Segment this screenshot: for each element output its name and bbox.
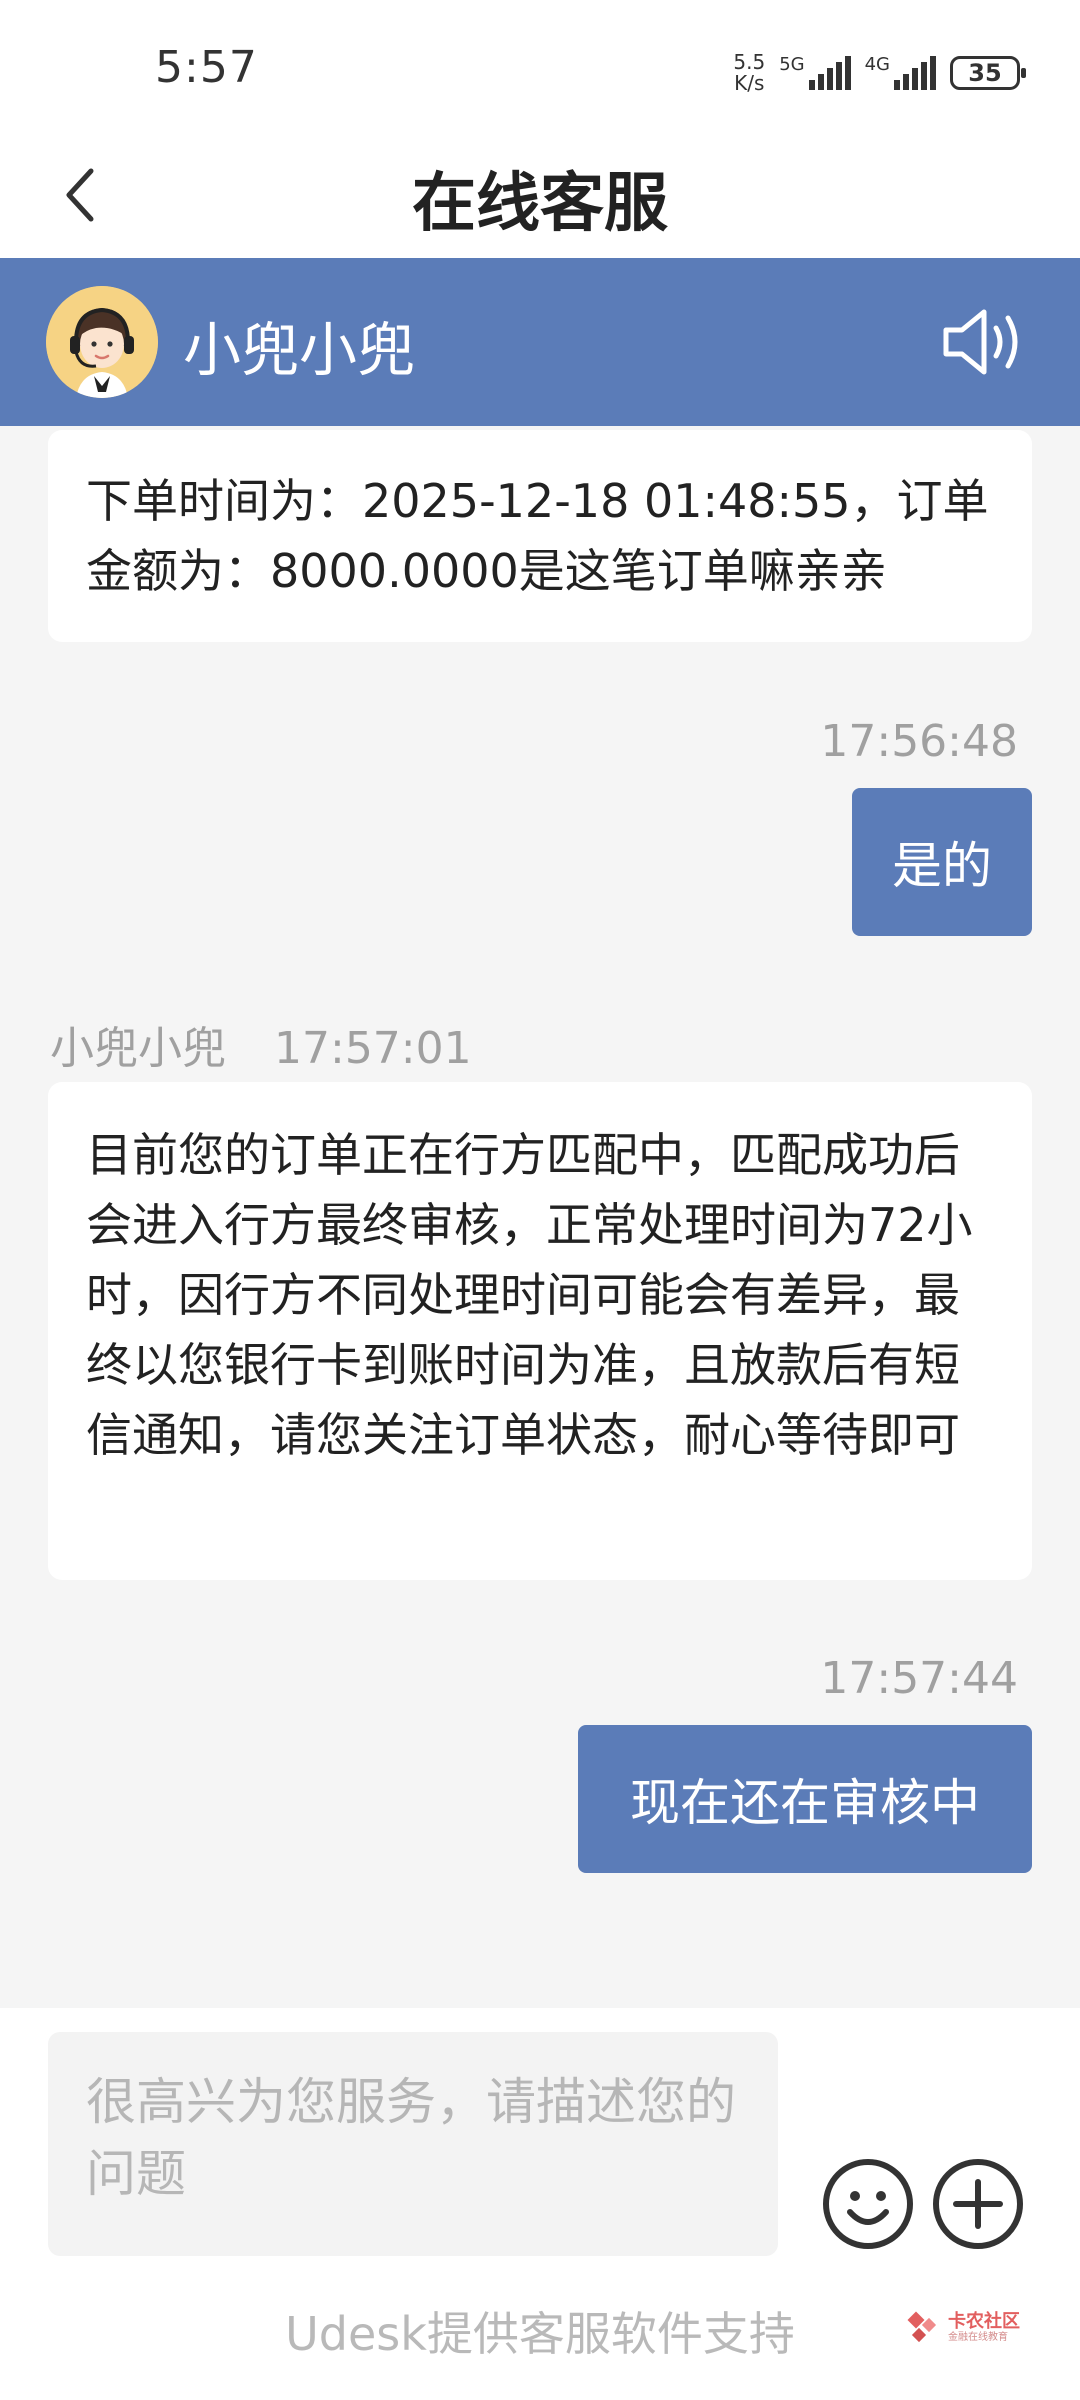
user-message-bubble: 是的: [852, 788, 1032, 936]
watermark-logo-icon: [907, 2311, 937, 2343]
emoji-icon[interactable]: [820, 2156, 916, 2252]
watermark: 卡农社区 金融在线教育: [906, 2310, 1020, 2346]
network-speed: 5.5 K/s: [733, 52, 765, 94]
agent-sender-name: 小兜小兜: [50, 1023, 226, 1074]
agent-message-meta: 小兜小兜 17:57:01: [50, 1012, 472, 1076]
agent-name: 小兜小兜: [183, 316, 416, 384]
message-timestamp: 17:57:01: [274, 1023, 472, 1074]
watermark-subtitle: 金融在线教育: [948, 2332, 1008, 2343]
battery-icon: 35: [950, 56, 1026, 90]
signal-4g-label: 4G: [864, 54, 890, 75]
network-speed-value: 5.5: [733, 50, 766, 74]
signal-bars-icon: [808, 56, 851, 90]
watermark-title: 卡农社区: [948, 2311, 1020, 2332]
status-time: 5:57: [155, 42, 258, 93]
user-message-text: 是的: [892, 837, 992, 895]
status-indicators: 5.5 K/s 5G 4G 35: [733, 48, 1026, 98]
signal-4g: 4G: [865, 56, 936, 90]
agent-avatar-icon: [46, 286, 158, 398]
message-timestamp: 17:57:44: [820, 1653, 1018, 1704]
message-timestamp: 17:56:48: [820, 716, 1018, 767]
speaker-icon[interactable]: [940, 304, 1032, 380]
signal-5g: 5G: [779, 54, 851, 90]
agent-message-bubble: 目前您的订单正在行方匹配中，匹配成功后会进入行方最终审核，正常处理时间为72小时…: [48, 1082, 1032, 1580]
user-message-text: 现在还在审核中: [630, 1774, 980, 1832]
input-area: 很高兴为您服务，请描述您的问题 Udesk提供客服软件支持 卡农社区 金融在线教…: [0, 2008, 1080, 2400]
agent-header: 小兜小兜: [0, 258, 1080, 426]
add-icon[interactable]: [930, 2156, 1026, 2252]
status-bar: 5:57 5.5 K/s 5G 4G 35: [0, 0, 1080, 130]
agent-message-bubble: 下单时间为：2025-12-18 01:48:55，订单金额为：8000.000…: [48, 430, 1032, 642]
page-title: 在线客服: [412, 167, 668, 241]
signal-bars-icon: [894, 56, 936, 90]
user-message-bubble: 现在还在审核中: [578, 1725, 1032, 1873]
signal-5g-label: 5G: [779, 54, 805, 75]
battery-level: 35: [968, 59, 1002, 87]
watermark-text: 卡农社区 金融在线教育: [948, 2312, 1020, 2344]
title-bar: 在线客服: [0, 130, 1080, 258]
message-input[interactable]: 很高兴为您服务，请描述您的问题: [48, 2032, 778, 2256]
network-speed-unit: K/s: [734, 71, 765, 95]
